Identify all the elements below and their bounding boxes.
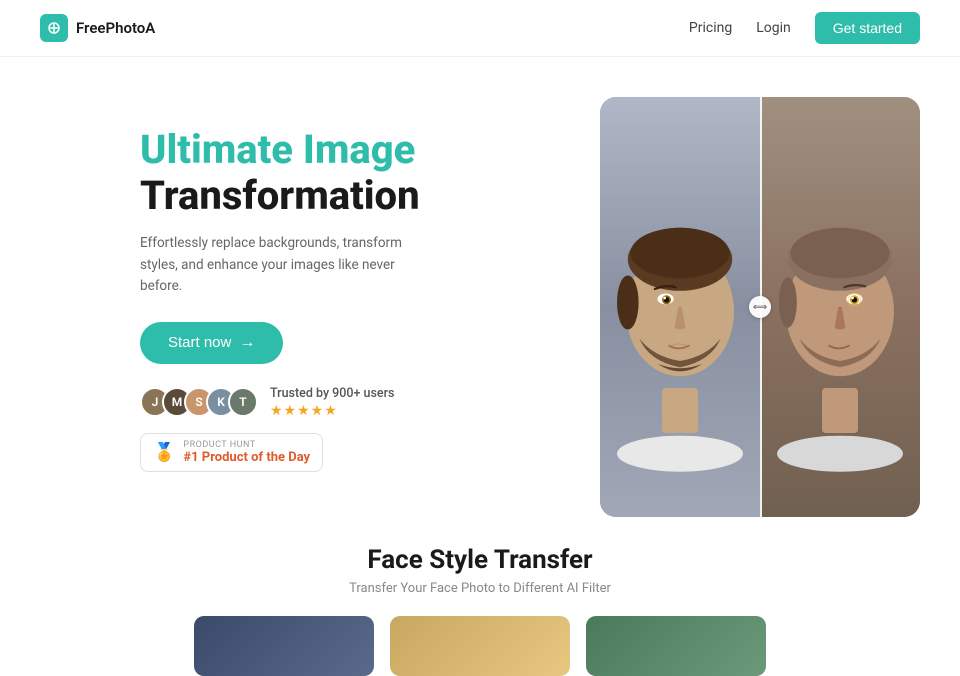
get-started-button[interactable]: Get started [815, 12, 920, 44]
logo-text: FreePhotoA [76, 19, 155, 37]
divider-arrows-icon: ⟺ [753, 302, 767, 313]
avatar: T [228, 387, 258, 417]
face-style-subtitle: Transfer Your Face Photo to Different AI… [40, 581, 920, 596]
star-rating: ★★★★★ [270, 403, 394, 419]
pricing-link[interactable]: Pricing [689, 20, 732, 36]
navbar: FreePhotoA Pricing Login Get started [0, 0, 960, 57]
comparison-handle[interactable]: ⟺ [749, 296, 771, 318]
trust-text: Trusted by 900+ users [270, 386, 394, 401]
style-card-1[interactable] [194, 616, 374, 676]
medal-icon: 🏅 [153, 442, 175, 463]
ph-label: PRODUCT HUNT [183, 440, 310, 450]
avatar-stack: J M S K T [140, 387, 258, 417]
ph-text-area: PRODUCT HUNT #1 Product of the Day [183, 440, 310, 465]
start-now-button[interactable]: Start now → [140, 322, 283, 364]
logo[interactable]: FreePhotoA [40, 14, 155, 42]
start-btn-label: Start now [168, 334, 231, 351]
hero-image-area: ⟺ [520, 97, 920, 517]
trust-section: J M S K T Trusted by 900+ users ★★★★★ [140, 386, 480, 419]
logo-icon [40, 14, 68, 42]
face-comparison: ⟺ [600, 97, 920, 517]
style-cards [40, 616, 920, 676]
face-style-title: Face Style Transfer [40, 545, 920, 575]
hero-title-black: Transformation [140, 172, 420, 219]
nav-links: Pricing Login Get started [689, 12, 920, 44]
hero-title-colored: Ultimate Image [140, 126, 415, 173]
hero-section: Ultimate Image Transformation Effortless… [0, 57, 960, 517]
face-right [760, 97, 920, 517]
product-hunt-badge: 🏅 PRODUCT HUNT #1 Product of the Day [140, 433, 323, 472]
face-left [600, 97, 760, 517]
hero-title: Ultimate Image Transformation [140, 127, 480, 219]
hero-left: Ultimate Image Transformation Effortless… [140, 97, 480, 472]
ph-rank: #1 Product of the Day [183, 450, 310, 465]
start-btn-arrow: → [239, 334, 255, 352]
style-card-3[interactable] [586, 616, 766, 676]
bottom-section: Face Style Transfer Transfer Your Face P… [0, 517, 960, 676]
trust-text-area: Trusted by 900+ users ★★★★★ [270, 386, 394, 419]
login-link[interactable]: Login [756, 20, 791, 36]
hero-subtitle: Effortlessly replace backgrounds, transf… [140, 233, 420, 298]
style-card-2[interactable] [390, 616, 570, 676]
